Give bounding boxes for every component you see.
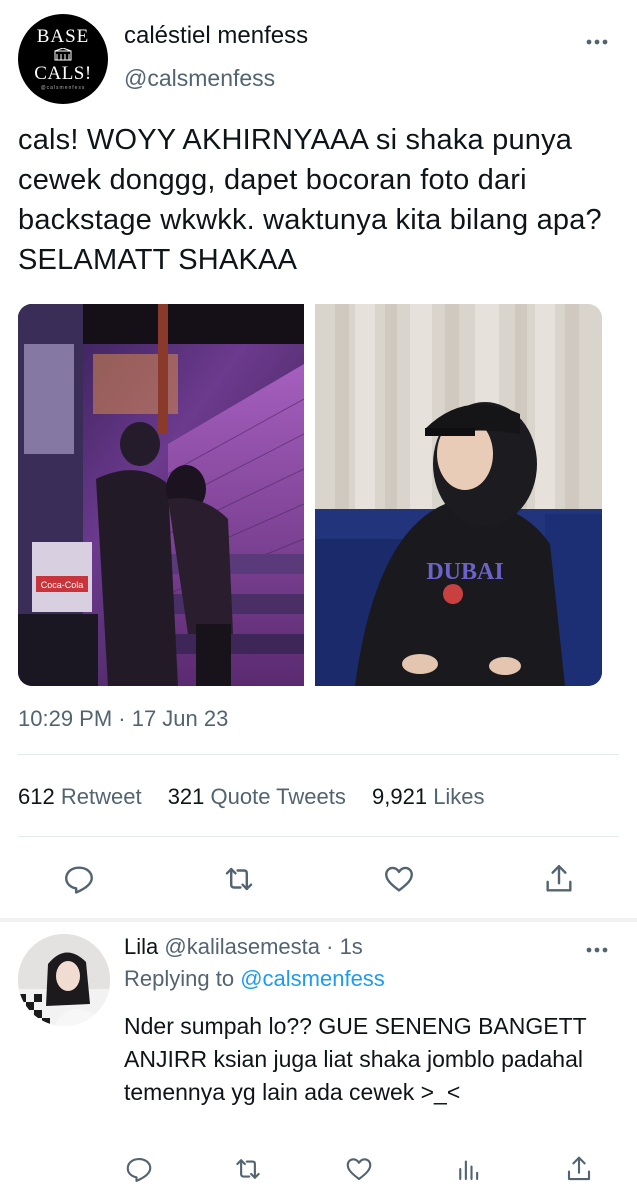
section-separator [0, 918, 637, 922]
avatar-text-base: BASE [36, 26, 90, 47]
reply-time[interactable]: · 1s [326, 934, 363, 959]
crest-icon [54, 48, 72, 61]
reply-icon[interactable] [62, 862, 96, 896]
retweet-label: Retweet [60, 784, 142, 809]
share-icon[interactable] [564, 1154, 594, 1184]
retweet-icon[interactable] [222, 862, 256, 896]
account-handle[interactable]: @calsmenfess [124, 65, 275, 92]
replying-to: Replying to @calsmenfess [124, 966, 385, 992]
retweet-stat[interactable]: 612 Retweet [18, 784, 142, 809]
divider [18, 754, 619, 755]
reply-author-handle[interactable]: @kalilasemesta [164, 934, 320, 959]
quote-label: Quote Tweets [210, 784, 346, 809]
account-display-name[interactable]: caléstiel menfess [124, 22, 308, 50]
replying-prefix: Replying to [124, 966, 235, 991]
divider [18, 836, 619, 837]
hoodie-print: DUBAI [426, 559, 503, 585]
heart-icon[interactable] [344, 1154, 374, 1184]
heart-icon[interactable] [382, 862, 416, 896]
retweet-icon[interactable] [233, 1154, 263, 1184]
tweet-photo-backstage[interactable]: Coca-Cola [18, 304, 304, 686]
reply-icon[interactable] [124, 1154, 154, 1184]
avatar-text-small: @calsmenfess [40, 85, 86, 91]
tweet-photo-portrait[interactable]: DUBAI [315, 304, 602, 686]
analytics-icon[interactable] [454, 1154, 484, 1184]
reply-header: Lila @kalilasemesta · 1s [124, 934, 363, 960]
more-options-icon[interactable] [583, 940, 611, 960]
account-avatar[interactable]: BASE CALS! @calsmenfess [18, 14, 108, 104]
quote-stat[interactable]: 321 Quote Tweets [168, 784, 346, 809]
likes-count: 9,921 [372, 784, 428, 809]
avatar-text-cals: CALS! [34, 63, 92, 84]
likes-stat[interactable]: 9,921 Likes [372, 784, 485, 809]
reply-author-name[interactable]: Lila [124, 934, 158, 959]
likes-label: Likes [433, 784, 485, 809]
cooler-sign: Coca-Cola [41, 580, 84, 590]
quote-count: 321 [167, 784, 205, 809]
share-icon[interactable] [542, 862, 576, 896]
more-options-icon[interactable] [583, 32, 611, 52]
reply-text: Nder sumpah lo?? GUE SENENG BANGETT ANJI… [124, 1013, 587, 1105]
tweet-text: cals! WOYY AKHIRNYAAA si shaka punya cew… [18, 124, 602, 276]
reply-avatar[interactable] [18, 934, 110, 1026]
retweet-count: 612 [18, 784, 55, 809]
tweet-timestamp[interactable]: 10:29 PM · 17 Jun 23 [18, 706, 228, 732]
tweet-stats: 612 Retweet 321 Quote Tweets 9,921 Likes [18, 784, 505, 810]
replying-mention[interactable]: @calsmenfess [240, 966, 385, 991]
